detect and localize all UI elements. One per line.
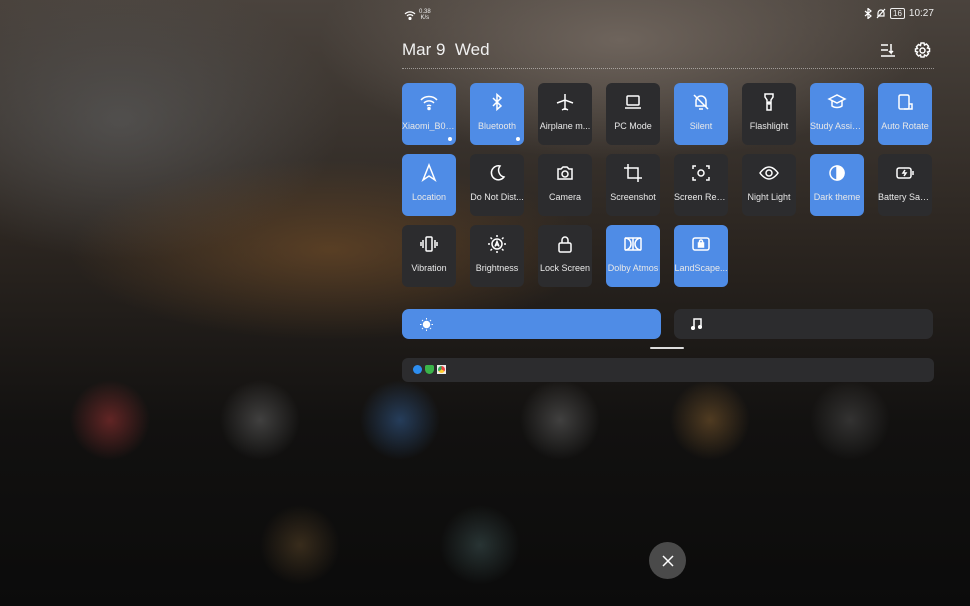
tile-label: Brightness: [475, 263, 519, 273]
battery-saver-icon: [895, 163, 915, 183]
notification-bar[interactable]: [402, 358, 934, 382]
tile-label: Location: [411, 192, 447, 202]
tile-dark-theme[interactable]: Dark theme: [810, 154, 864, 216]
status-left: 0.38 K/s: [404, 9, 431, 21]
tile-label: Auto Rotate: [881, 121, 929, 131]
lock-icon: [555, 234, 575, 254]
tile-label: PC Mode: [614, 121, 652, 131]
tile-screenshot[interactable]: Screenshot: [606, 154, 660, 216]
settings-gear-icon[interactable]: [914, 42, 931, 59]
tile-pc-mode[interactable]: PC Mode: [606, 83, 660, 145]
tile-label: LandScape...: [674, 263, 728, 273]
tile-label: Dolby Atmos: [607, 263, 659, 273]
header-divider: [402, 68, 934, 69]
screen-record-icon: [691, 163, 711, 183]
clock: 10:27: [908, 8, 934, 19]
blue-app-icon: [413, 365, 422, 374]
tile-night-light[interactable]: Night Light: [742, 154, 796, 216]
landscape-lock-icon: [691, 234, 711, 254]
tile-label: Bluetooth: [477, 121, 517, 131]
tile-camera[interactable]: Camera: [538, 154, 592, 216]
music-note-icon: [691, 318, 703, 330]
bluetooth-icon: [864, 8, 872, 19]
tile-airplane-m[interactable]: Airplane m...: [538, 83, 592, 145]
silent-bell-icon: [876, 8, 886, 19]
tile-dolby-atmos[interactable]: Dolby Atmos: [606, 225, 660, 287]
laptop-icon: [623, 92, 643, 112]
status-right: 16 10:27: [864, 8, 934, 19]
tile-label: Camera: [548, 192, 581, 202]
tile-label: Xiaomi_B07A: [402, 121, 456, 131]
auto-brightness-icon: [487, 234, 507, 254]
tile-label: Lock Screen: [539, 263, 591, 273]
tile-landscape[interactable]: LandScape...: [674, 225, 728, 287]
tile-label: Screenshot: [610, 192, 656, 202]
tile-label: Flashlight: [749, 121, 789, 131]
wifi-icon: [404, 11, 416, 20]
tile-do-not-dist[interactable]: Do Not Dist...: [470, 154, 524, 216]
tile-battery-saver[interactable]: Battery Saver: [878, 154, 932, 216]
tile-vibration[interactable]: Vibration: [402, 225, 456, 287]
tile-location[interactable]: Location: [402, 154, 456, 216]
edit-order-icon[interactable]: [880, 43, 896, 58]
wifi-icon: [419, 92, 439, 112]
close-button[interactable]: [649, 542, 686, 579]
tile-label: Do Not Dist...: [470, 192, 524, 202]
rotate-icon: [895, 92, 915, 112]
more-indicator: [516, 137, 520, 141]
battery-indicator: 16: [890, 8, 905, 19]
tile-xiaomi-b07a[interactable]: Xiaomi_B07A: [402, 83, 456, 145]
tile-brightness[interactable]: Brightness: [470, 225, 524, 287]
contrast-icon: [827, 163, 847, 183]
flashlight-icon: [759, 92, 779, 112]
tile-label: Airplane m...: [539, 121, 591, 131]
brightness-slider[interactable]: [402, 309, 661, 339]
volume-slider[interactable]: [674, 309, 933, 339]
location-arrow-icon: [419, 163, 439, 183]
tile-lock-screen[interactable]: Lock Screen: [538, 225, 592, 287]
tile-label: Vibration: [411, 263, 447, 273]
tile-study-assis[interactable]: Study Assis...: [810, 83, 864, 145]
tile-label: Study Assis...: [810, 121, 864, 131]
tile-screen-rec[interactable]: Screen Rec...: [674, 154, 728, 216]
tile-auto-rotate[interactable]: Auto Rotate: [878, 83, 932, 145]
tile-bluetooth[interactable]: Bluetooth: [470, 83, 524, 145]
weekday: Wed: [454, 40, 490, 59]
crop-icon: [623, 163, 643, 183]
green-shield-icon: [425, 365, 434, 374]
graduation-cap-icon: [827, 92, 847, 112]
close-icon: [661, 554, 674, 567]
tile-flashlight[interactable]: Flashlight: [742, 83, 796, 145]
tile-label: Screen Rec...: [674, 192, 728, 202]
camera-icon: [555, 163, 575, 183]
moon-icon: [487, 163, 507, 183]
tile-label: Battery Saver: [878, 192, 932, 202]
tile-silent[interactable]: Silent: [674, 83, 728, 145]
date-header: Mar 9 Wed: [402, 40, 490, 60]
tile-label: Dark theme: [813, 192, 861, 202]
chrome-icon: [437, 365, 446, 374]
net-speed-unit: K/s: [420, 15, 430, 21]
date: Mar 9: [402, 40, 446, 59]
more-indicator: [448, 137, 452, 141]
sun-icon: [420, 318, 433, 331]
dolby-icon: [623, 234, 643, 254]
tile-label: Silent: [689, 121, 713, 131]
vibration-icon: [419, 234, 439, 254]
tile-label: Night Light: [747, 192, 791, 202]
eye-icon: [759, 163, 779, 183]
panel-handle[interactable]: [650, 347, 684, 349]
airplane-icon: [555, 92, 575, 112]
bell-off-icon: [691, 92, 711, 112]
bluetooth-icon: [487, 92, 507, 112]
